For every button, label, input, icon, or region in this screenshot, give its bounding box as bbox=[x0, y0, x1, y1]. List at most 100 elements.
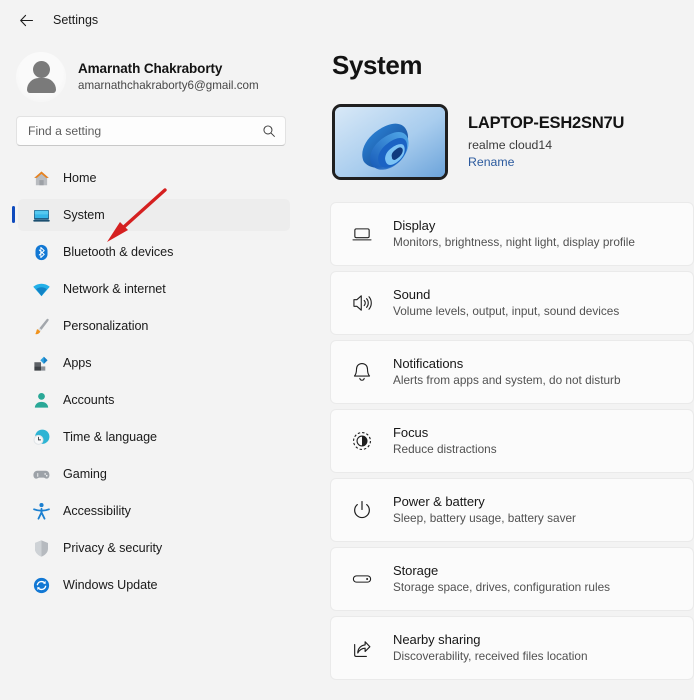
card-title: Focus bbox=[393, 424, 429, 440]
sidebar-item-label: Network & internet bbox=[63, 282, 166, 296]
sidebar-item-label: Accounts bbox=[63, 393, 115, 407]
card-text: Storage Storage space, drives, configura… bbox=[393, 562, 610, 596]
settings-card-sound[interactable]: Sound Volume levels, output, input, soun… bbox=[330, 271, 694, 335]
focus-icon bbox=[351, 430, 373, 452]
settings-window: Settings Amarnath Chakraborty amarnathch… bbox=[0, 0, 694, 700]
sidebar-item-label: Home bbox=[63, 171, 97, 185]
card-title: Sound bbox=[393, 286, 431, 302]
avatar bbox=[16, 52, 66, 102]
device-name: LAPTOP-ESH2SN7U bbox=[468, 114, 625, 133]
sidebar-item-label: Personalization bbox=[63, 319, 149, 333]
card-title: Notifications bbox=[393, 355, 464, 371]
sidebar-item-accounts[interactable]: Accounts bbox=[18, 384, 290, 416]
card-description: Storage space, drives, configuration rul… bbox=[393, 580, 611, 595]
sidebar: Amarnath Chakraborty amarnathchakraborty… bbox=[0, 40, 320, 700]
sidebar-item-accessibility[interactable]: Accessibility bbox=[18, 495, 290, 527]
sidebar-item-home[interactable]: Home bbox=[18, 162, 290, 194]
sidebar-item-label: Privacy & security bbox=[63, 541, 163, 555]
card-text: Display Monitors, brightness, night ligh… bbox=[393, 217, 635, 251]
search-wrapper bbox=[0, 116, 302, 146]
window-title: Settings bbox=[53, 13, 99, 27]
card-text: Focus Reduce distractions bbox=[393, 424, 497, 458]
monitor-icon bbox=[32, 206, 51, 225]
sidebar-item-label: Windows Update bbox=[63, 578, 158, 592]
avatar-body-icon bbox=[26, 78, 56, 93]
search-input[interactable] bbox=[28, 124, 262, 138]
card-description: Monitors, brightness, night light, displ… bbox=[393, 235, 635, 250]
card-description: Reduce distractions bbox=[393, 442, 497, 457]
card-text: Power & battery Sleep, battery usage, ba… bbox=[393, 493, 576, 527]
search-icon[interactable] bbox=[262, 124, 276, 138]
search-box[interactable] bbox=[16, 116, 286, 146]
accessibility-icon bbox=[32, 502, 51, 521]
device-info: LAPTOP-ESH2SN7U realme cloud14 Rename bbox=[468, 113, 624, 170]
card-description: Volume levels, output, input, sound devi… bbox=[393, 304, 620, 319]
sidebar-item-system[interactable]: System bbox=[12, 199, 290, 231]
power-icon bbox=[351, 499, 373, 521]
windows-bloom-wallpaper-icon bbox=[335, 107, 445, 177]
card-description: Sleep, battery usage, battery saver bbox=[393, 511, 576, 526]
sidebar-item-time-language[interactable]: Time & language bbox=[18, 421, 290, 453]
sidebar-item-apps[interactable]: Apps bbox=[18, 347, 290, 379]
device-thumbnail bbox=[332, 104, 448, 180]
gamepad-icon bbox=[32, 465, 51, 484]
display-icon bbox=[351, 223, 373, 245]
settings-card-focus[interactable]: Focus Reduce distractions bbox=[330, 409, 694, 473]
settings-card-list: Display Monitors, brightness, night ligh… bbox=[330, 202, 694, 680]
rename-link[interactable]: Rename bbox=[468, 155, 514, 169]
title-bar: Settings bbox=[0, 0, 694, 40]
card-title: Display bbox=[393, 217, 436, 233]
speaker-icon bbox=[351, 292, 373, 314]
storage-icon bbox=[351, 568, 373, 590]
sidebar-item-gaming[interactable]: Gaming bbox=[18, 458, 290, 490]
sidebar-item-label: Time & language bbox=[63, 430, 157, 444]
paintbrush-icon bbox=[32, 317, 51, 336]
sidebar-item-label: Bluetooth & devices bbox=[63, 245, 174, 259]
back-button[interactable] bbox=[10, 4, 42, 36]
sidebar-item-label: Apps bbox=[63, 356, 92, 370]
update-refresh-icon bbox=[32, 576, 51, 595]
settings-card-display[interactable]: Display Monitors, brightness, night ligh… bbox=[330, 202, 694, 266]
settings-card-power-battery[interactable]: Power & battery Sleep, battery usage, ba… bbox=[330, 478, 694, 542]
wifi-icon bbox=[32, 280, 51, 299]
clock-globe-icon bbox=[32, 428, 51, 447]
person-icon bbox=[32, 391, 51, 410]
account-text: Amarnath Chakraborty amarnathchakraborty… bbox=[78, 60, 259, 94]
sidebar-item-privacy-security[interactable]: Privacy & security bbox=[18, 532, 290, 564]
sidebar-item-network-internet[interactable]: Network & internet bbox=[18, 273, 290, 305]
bluetooth-icon bbox=[32, 243, 51, 262]
sidebar-item-windows-update[interactable]: Windows Update bbox=[18, 569, 290, 601]
card-text: Notifications Alerts from apps and syste… bbox=[393, 355, 621, 389]
bell-icon bbox=[351, 361, 373, 383]
card-title: Power & battery bbox=[393, 493, 485, 509]
card-description: Discoverability, received files location bbox=[393, 649, 588, 664]
share-icon bbox=[351, 637, 373, 659]
sidebar-item-label: Accessibility bbox=[63, 504, 131, 518]
account-email: amarnathchakraborty6@gmail.com bbox=[78, 79, 259, 93]
sidebar-item-bluetooth-devices[interactable]: Bluetooth & devices bbox=[18, 236, 290, 268]
card-description: Alerts from apps and system, do not dist… bbox=[393, 373, 621, 388]
settings-card-notifications[interactable]: Notifications Alerts from apps and syste… bbox=[330, 340, 694, 404]
card-text: Nearby sharing Discoverability, received… bbox=[393, 631, 588, 665]
sidebar-item-label: Gaming bbox=[63, 467, 107, 481]
settings-card-nearby-sharing[interactable]: Nearby sharing Discoverability, received… bbox=[330, 616, 694, 680]
device-summary: LAPTOP-ESH2SN7U realme cloud14 Rename bbox=[330, 104, 694, 180]
card-text: Sound Volume levels, output, input, soun… bbox=[393, 286, 619, 320]
window-body: Amarnath Chakraborty amarnathchakraborty… bbox=[0, 40, 694, 700]
main-content: System LAPTOP-ESH2SN7U realme cloud14 Re… bbox=[320, 40, 694, 700]
page-title: System bbox=[332, 50, 423, 80]
account-name: Amarnath Chakraborty bbox=[78, 61, 223, 77]
account-card[interactable]: Amarnath Chakraborty amarnathchakraborty… bbox=[0, 40, 302, 116]
back-arrow-icon bbox=[19, 14, 33, 26]
sidebar-item-label: System bbox=[63, 208, 105, 222]
sidebar-item-personalization[interactable]: Personalization bbox=[18, 310, 290, 342]
settings-card-storage[interactable]: Storage Storage space, drives, configura… bbox=[330, 547, 694, 611]
shield-icon bbox=[32, 539, 51, 558]
card-title: Nearby sharing bbox=[393, 631, 481, 647]
card-title: Storage bbox=[393, 562, 439, 578]
apps-icon bbox=[32, 354, 51, 373]
device-model: realme cloud14 bbox=[468, 137, 553, 152]
avatar-head-icon bbox=[32, 61, 50, 78]
home-icon bbox=[32, 169, 51, 188]
sidebar-nav: Home System Bluetooth & devices Network … bbox=[0, 162, 302, 700]
